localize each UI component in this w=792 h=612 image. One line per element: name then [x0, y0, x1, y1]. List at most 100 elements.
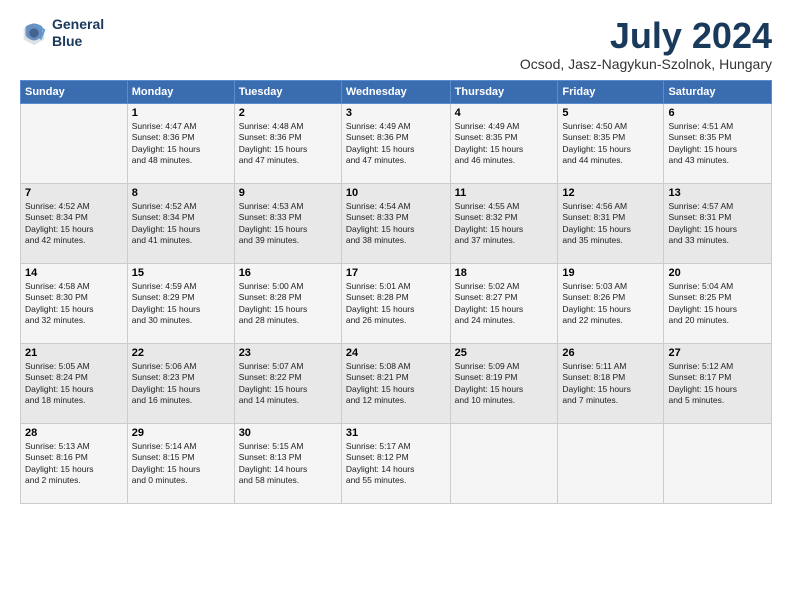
calendar-body: 1Sunrise: 4:47 AM Sunset: 8:36 PM Daylig…	[21, 103, 772, 503]
day-number: 24	[346, 347, 446, 359]
col-sunday: Sunday	[21, 80, 128, 103]
day-info: Sunrise: 5:00 AM Sunset: 8:28 PM Dayligh…	[239, 281, 337, 327]
day-info: Sunrise: 5:15 AM Sunset: 8:13 PM Dayligh…	[239, 441, 337, 487]
col-friday: Friday	[558, 80, 664, 103]
calendar-cell	[558, 423, 664, 503]
calendar-cell: 30 Sunrise: 5:15 AM Sunset: 8:13 PM Dayli…	[234, 423, 341, 503]
calendar-cell: 9Sunrise: 4:53 AM Sunset: 8:33 PM Daylig…	[234, 183, 341, 263]
day-info: Sunrise: 5:04 AM Sunset: 8:25 PM Dayligh…	[668, 281, 767, 327]
day-number: 16	[239, 267, 337, 279]
day-info: Sunrise: 5:05 AM Sunset: 8:24 PM Dayligh…	[25, 361, 123, 407]
calendar-cell: 14 Sunrise: 4:58 AM Sunset: 8:30 PM Dayli…	[21, 263, 128, 343]
calendar-cell: 13Sunrise: 4:57 AM Sunset: 8:31 PM Dayli…	[664, 183, 772, 263]
day-number: 30	[239, 427, 337, 439]
day-number: 18	[455, 267, 554, 279]
calendar-cell: 29Sunrise: 5:14 AM Sunset: 8:15 PM Dayli…	[127, 423, 234, 503]
day-number: 4	[455, 107, 554, 119]
col-saturday: Saturday	[664, 80, 772, 103]
calendar-cell: 6 Sunrise: 4:51 AM Sunset: 8:35 PM Daylig…	[664, 103, 772, 183]
day-info: Sunrise: 5:01 AM Sunset: 8:28 PM Dayligh…	[346, 281, 446, 327]
day-info: Sunrise: 5:12 AM Sunset: 8:17 PM Dayligh…	[668, 361, 767, 407]
day-number: 6	[668, 107, 767, 119]
calendar-cell: 2 Sunrise: 4:48 AM Sunset: 8:36 PM Daylig…	[234, 103, 341, 183]
calendar-cell: 26 Sunrise: 5:11 AM Sunset: 8:18 PM Dayli…	[558, 343, 664, 423]
day-number: 12	[562, 187, 659, 199]
day-number: 22	[132, 347, 230, 359]
day-info: Sunrise: 4:55 AM Sunset: 8:32 PM Dayligh…	[455, 201, 554, 247]
calendar-cell: 11 Sunrise: 4:55 AM Sunset: 8:32 PM Dayli…	[450, 183, 558, 263]
col-thursday: Thursday	[450, 80, 558, 103]
day-info: Sunrise: 4:49 AM Sunset: 8:35 PM Dayligh…	[455, 121, 554, 167]
logo-line2: Blue	[52, 33, 104, 50]
day-info: Sunrise: 5:02 AM Sunset: 8:27 PM Dayligh…	[455, 281, 554, 327]
calendar-cell: 17 Sunrise: 5:01 AM Sunset: 8:28 PM Dayli…	[341, 263, 450, 343]
day-number: 19	[562, 267, 659, 279]
day-number: 23	[239, 347, 337, 359]
calendar-week-5: 28 Sunrise: 5:13 AM Sunset: 8:16 PM Dayli…	[21, 423, 772, 503]
day-info: Sunrise: 4:58 AM Sunset: 8:30 PM Dayligh…	[25, 281, 123, 327]
day-number: 2	[239, 107, 337, 119]
day-info: Sunrise: 5:11 AM Sunset: 8:18 PM Dayligh…	[562, 361, 659, 407]
day-number: 14	[25, 267, 123, 279]
calendar-cell: 8Sunrise: 4:52 AM Sunset: 8:34 PM Daylig…	[127, 183, 234, 263]
day-number: 11	[455, 187, 554, 199]
day-info: Sunrise: 4:51 AM Sunset: 8:35 PM Dayligh…	[668, 121, 767, 167]
calendar-cell: 10Sunrise: 4:54 AM Sunset: 8:33 PM Dayli…	[341, 183, 450, 263]
day-number: 27	[668, 347, 767, 359]
calendar-cell	[450, 423, 558, 503]
day-number: 20	[668, 267, 767, 279]
calendar-week-1: 1Sunrise: 4:47 AM Sunset: 8:36 PM Daylig…	[21, 103, 772, 183]
logo-text: General Blue	[52, 16, 104, 50]
calendar-table: Sunday Monday Tuesday Wednesday Thursday…	[20, 80, 772, 504]
calendar-cell: 28 Sunrise: 5:13 AM Sunset: 8:16 PM Dayli…	[21, 423, 128, 503]
day-info: Sunrise: 4:49 AM Sunset: 8:36 PM Dayligh…	[346, 121, 446, 167]
calendar-cell	[21, 103, 128, 183]
calendar-week-2: 7 Sunrise: 4:52 AM Sunset: 8:34 PM Daylig…	[21, 183, 772, 263]
day-number: 17	[346, 267, 446, 279]
logo-icon	[20, 19, 48, 47]
day-number: 5	[562, 107, 659, 119]
col-monday: Monday	[127, 80, 234, 103]
page: General Blue July 2024 Ocsod, Jasz-Nagyk…	[0, 0, 792, 612]
day-info: Sunrise: 5:09 AM Sunset: 8:19 PM Dayligh…	[455, 361, 554, 407]
col-tuesday: Tuesday	[234, 80, 341, 103]
calendar-cell: 16 Sunrise: 5:00 AM Sunset: 8:28 PM Dayli…	[234, 263, 341, 343]
day-number: 9	[239, 187, 337, 199]
day-number: 7	[25, 187, 123, 199]
calendar-cell: 24 Sunrise: 5:08 AM Sunset: 8:21 PM Dayli…	[341, 343, 450, 423]
calendar-cell: 7 Sunrise: 4:52 AM Sunset: 8:34 PM Daylig…	[21, 183, 128, 263]
col-wednesday: Wednesday	[341, 80, 450, 103]
header: General Blue July 2024 Ocsod, Jasz-Nagyk…	[20, 16, 772, 72]
calendar-week-4: 21 Sunrise: 5:05 AM Sunset: 8:24 PM Dayli…	[21, 343, 772, 423]
day-info: Sunrise: 5:06 AM Sunset: 8:23 PM Dayligh…	[132, 361, 230, 407]
month-title: July 2024	[520, 16, 772, 56]
logo: General Blue	[20, 16, 104, 50]
day-number: 25	[455, 347, 554, 359]
day-info: Sunrise: 5:08 AM Sunset: 8:21 PM Dayligh…	[346, 361, 446, 407]
day-info: Sunrise: 4:52 AM Sunset: 8:34 PM Dayligh…	[25, 201, 123, 247]
day-number: 13	[668, 187, 767, 199]
calendar-cell: 22 Sunrise: 5:06 AM Sunset: 8:23 PM Dayli…	[127, 343, 234, 423]
location: Ocsod, Jasz-Nagykun-Szolnok, Hungary	[520, 56, 772, 72]
calendar-cell: 27 Sunrise: 5:12 AM Sunset: 8:17 PM Dayli…	[664, 343, 772, 423]
title-block: July 2024 Ocsod, Jasz-Nagykun-Szolnok, H…	[520, 16, 772, 72]
day-number: 3	[346, 107, 446, 119]
day-info: Sunrise: 4:50 AM Sunset: 8:35 PM Dayligh…	[562, 121, 659, 167]
day-info: Sunrise: 5:13 AM Sunset: 8:16 PM Dayligh…	[25, 441, 123, 487]
day-number: 1	[132, 107, 230, 119]
calendar-cell: 12 Sunrise: 4:56 AM Sunset: 8:31 PM Dayli…	[558, 183, 664, 263]
calendar-cell: 31Sunrise: 5:17 AM Sunset: 8:12 PM Dayli…	[341, 423, 450, 503]
header-row: Sunday Monday Tuesday Wednesday Thursday…	[21, 80, 772, 103]
calendar-cell: 4 Sunrise: 4:49 AM Sunset: 8:35 PM Daylig…	[450, 103, 558, 183]
day-number: 15	[132, 267, 230, 279]
day-info: Sunrise: 4:48 AM Sunset: 8:36 PM Dayligh…	[239, 121, 337, 167]
day-number: 21	[25, 347, 123, 359]
calendar-cell: 15Sunrise: 4:59 AM Sunset: 8:29 PM Dayli…	[127, 263, 234, 343]
calendar-cell: 20 Sunrise: 5:04 AM Sunset: 8:25 PM Dayli…	[664, 263, 772, 343]
day-number: 26	[562, 347, 659, 359]
day-number: 28	[25, 427, 123, 439]
day-info: Sunrise: 4:56 AM Sunset: 8:31 PM Dayligh…	[562, 201, 659, 247]
day-info: Sunrise: 5:03 AM Sunset: 8:26 PM Dayligh…	[562, 281, 659, 327]
logo-line1: General	[52, 16, 104, 33]
calendar-cell: 21 Sunrise: 5:05 AM Sunset: 8:24 PM Dayli…	[21, 343, 128, 423]
